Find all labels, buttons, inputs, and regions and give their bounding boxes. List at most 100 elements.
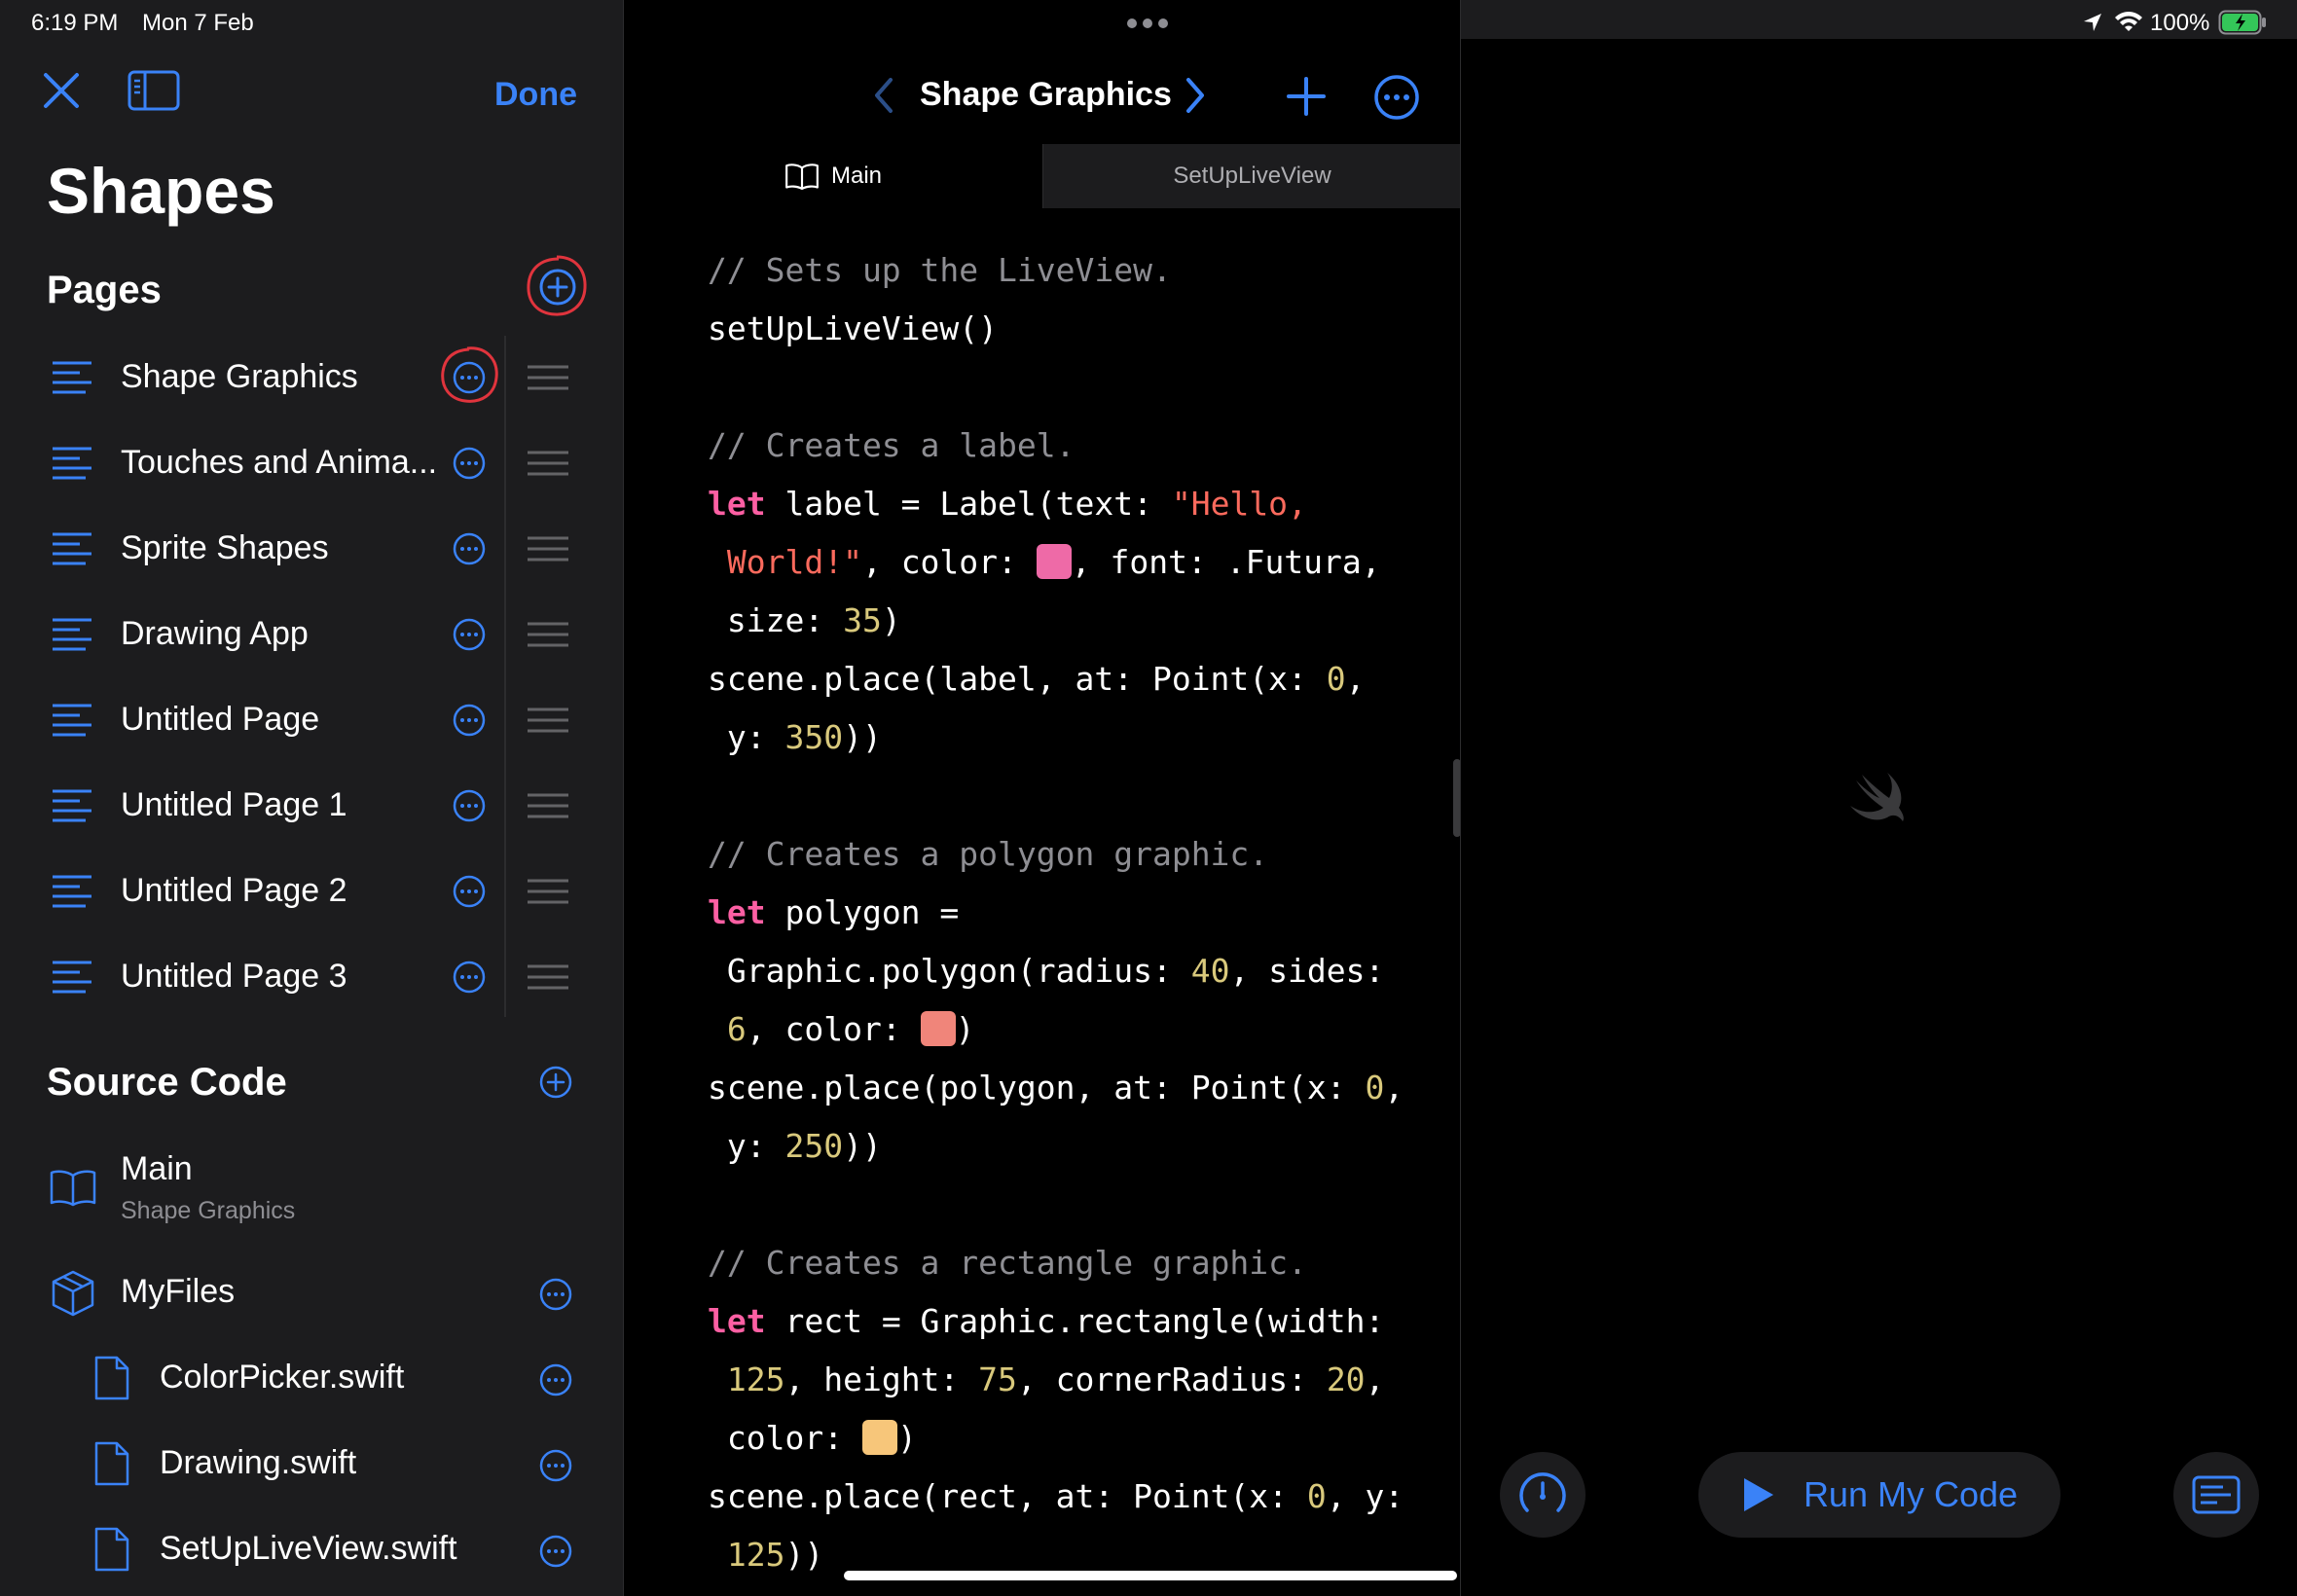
- tab-setupliveview[interactable]: SetUpLiveView: [1042, 144, 1460, 208]
- file-label: Drawing.swift: [160, 1444, 357, 1481]
- add-button[interactable]: [1286, 76, 1327, 117]
- code-line: ,: [1345, 660, 1366, 698]
- run-my-code-label: Run My Code: [1803, 1474, 2019, 1514]
- plus-icon: [1287, 77, 1326, 116]
- drag-handle-icon[interactable]: [526, 621, 570, 648]
- file-item[interactable]: ColorPicker.swift: [0, 1351, 623, 1409]
- live-view-status-bar: 100%: [1461, 0, 2297, 39]
- more-options-button[interactable]: [1373, 74, 1420, 121]
- drag-handle-icon[interactable]: [526, 792, 570, 819]
- next-page-button[interactable]: [1181, 76, 1210, 115]
- tab-main[interactable]: Main: [624, 144, 1042, 208]
- more-icon[interactable]: [452, 617, 487, 652]
- file-icon: [94, 1356, 129, 1400]
- page-lines-icon: [53, 532, 91, 565]
- console-icon: [2192, 1475, 2241, 1514]
- page-row[interactable]: Touches and Anima...: [0, 420, 623, 506]
- code-line: , height:: [784, 1360, 979, 1398]
- page-row[interactable]: Untitled Page: [0, 677, 623, 763]
- folder-myfiles[interactable]: MyFiles: [0, 1265, 623, 1324]
- status-date: Mon 7 Feb: [142, 10, 254, 36]
- drag-handle-icon[interactable]: [526, 963, 570, 991]
- file-item[interactable]: SetUpLiveView.swift: [0, 1522, 623, 1580]
- code-string: "Hello,: [1171, 485, 1307, 523]
- code-editor: Shape Graphics Main SetUpLiveView // Set…: [623, 0, 1460, 1596]
- more-icon[interactable]: [452, 788, 487, 823]
- color-swatch-yellow[interactable]: [861, 1420, 897, 1455]
- book-icon: [785, 163, 819, 191]
- color-swatch-pink[interactable]: [1036, 544, 1072, 579]
- file-item[interactable]: Drawing.swift: [0, 1436, 623, 1495]
- code-number: 35: [843, 601, 882, 639]
- source-main-sublabel: Shape Graphics: [121, 1197, 296, 1224]
- source-item-main[interactable]: Main Shape Graphics: [0, 1144, 623, 1242]
- drag-handle-icon[interactable]: [526, 707, 570, 734]
- code-line: color:: [708, 1419, 862, 1457]
- code-text[interactable]: // Sets up the LiveView. setUpLiveView()…: [708, 241, 1404, 1584]
- page-label: Untitled Page: [121, 701, 320, 738]
- location-icon: [2084, 14, 2101, 31]
- page-label: Shape Graphics: [121, 358, 358, 395]
- code-line: )): [784, 1536, 824, 1574]
- code-number: 350: [784, 718, 844, 756]
- swift-logo-icon: [1850, 773, 1904, 821]
- page-row[interactable]: Drawing App: [0, 592, 623, 677]
- page-lines-icon: [53, 961, 91, 994]
- code-line: ): [896, 1419, 917, 1457]
- add-source-button[interactable]: [538, 1065, 573, 1100]
- page-label: Touches and Anima...: [121, 444, 438, 481]
- code-number: 6: [708, 1010, 747, 1048]
- cube-icon: [52, 1270, 94, 1317]
- page-row[interactable]: Untitled Page 1: [0, 763, 623, 849]
- code-line: , sides:: [1229, 952, 1385, 990]
- drag-handle-icon[interactable]: [526, 450, 570, 477]
- code-line: )): [843, 1127, 882, 1165]
- more-icon[interactable]: [452, 960, 487, 995]
- page-row[interactable]: Untitled Page 3: [0, 934, 623, 1020]
- page-lines-icon: [53, 618, 91, 651]
- more-icon[interactable]: [452, 703, 487, 738]
- code-line: polygon =: [765, 893, 960, 931]
- drag-handle-icon[interactable]: [526, 364, 570, 391]
- code-line: Graphic.polygon(radius:: [708, 952, 1191, 990]
- more-icon[interactable]: [538, 1362, 573, 1397]
- file-label: SetUpLiveView.swift: [160, 1530, 457, 1567]
- split-view-handle[interactable]: [1453, 759, 1460, 837]
- code-line: y:: [708, 1127, 785, 1165]
- code-line: scene.place(rect, at: Point(x:: [708, 1477, 1307, 1515]
- play-icon: [1743, 1478, 1773, 1511]
- code-line: ): [881, 601, 901, 639]
- console-button[interactable]: [2173, 1452, 2259, 1538]
- drag-handle-icon[interactable]: [526, 878, 570, 905]
- more-icon[interactable]: [452, 874, 487, 909]
- code-comment: // Sets up the LiveView.: [708, 251, 1172, 289]
- code-line: label = Label(text:: [765, 485, 1172, 523]
- page-lines-icon: [53, 875, 91, 908]
- more-icon[interactable]: [538, 1448, 573, 1483]
- page-row[interactable]: Untitled Page 2: [0, 849, 623, 934]
- done-button[interactable]: Done: [494, 76, 577, 114]
- code-comment: // Creates a rectangle graphic.: [708, 1244, 1307, 1282]
- more-icon[interactable]: [538, 1277, 573, 1312]
- page-label: Sprite Shapes: [121, 529, 329, 566]
- more-icon[interactable]: [538, 1534, 573, 1569]
- color-swatch-salmon[interactable]: [920, 1011, 956, 1046]
- code-number: 75: [978, 1360, 1017, 1398]
- code-number: 125: [708, 1536, 785, 1574]
- multitasking-dots-icon[interactable]: [1126, 18, 1169, 29]
- sidebar-toggle-button[interactable]: [125, 66, 183, 115]
- battery-icon: [2218, 10, 2266, 35]
- speed-button[interactable]: [1500, 1452, 1586, 1538]
- plus-circle-icon: [539, 1066, 572, 1099]
- page-row[interactable]: Sprite Shapes: [0, 506, 623, 592]
- more-icon[interactable]: [452, 531, 487, 566]
- file-icon: [94, 1527, 129, 1572]
- more-icon[interactable]: [452, 446, 487, 481]
- close-button[interactable]: [37, 66, 86, 115]
- drag-handle-icon[interactable]: [526, 535, 570, 562]
- code-string: World!": [708, 543, 862, 581]
- run-my-code-button[interactable]: Run My Code: [1698, 1452, 2060, 1538]
- previous-page-button[interactable]: [869, 76, 898, 115]
- chevron-right-icon: [1186, 78, 1204, 113]
- page-row[interactable]: Shape Graphics: [0, 335, 623, 420]
